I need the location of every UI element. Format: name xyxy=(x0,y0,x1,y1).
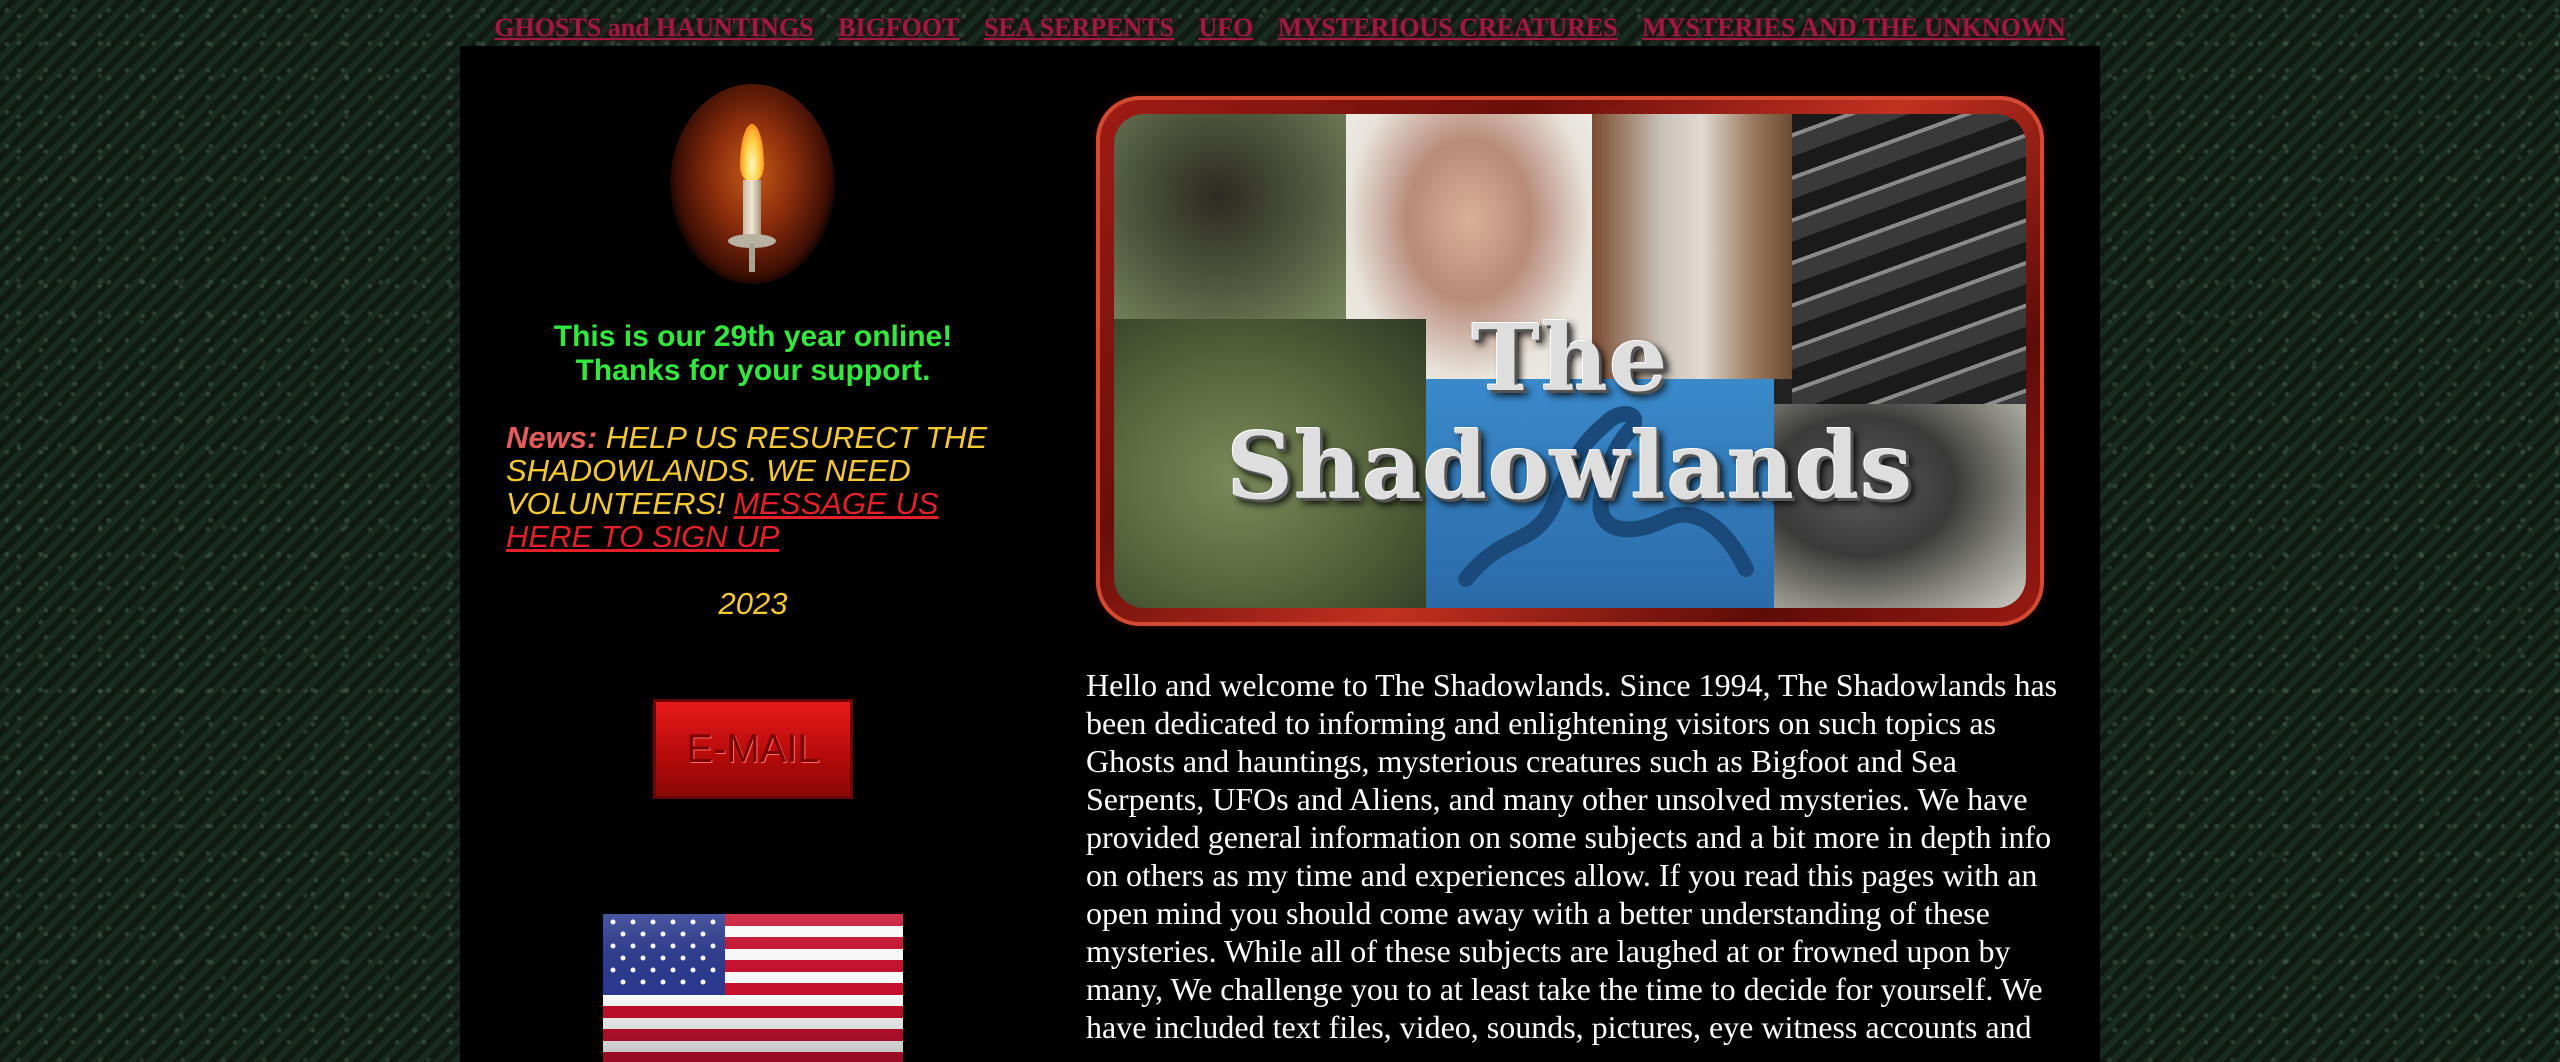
email-button[interactable]: E-MAIL xyxy=(653,699,853,799)
nav-link-ufo[interactable]: UFO xyxy=(1199,13,1254,42)
news-block: News: HELP US RESURECT THE SHADOWLANDS. … xyxy=(506,421,1026,553)
online-years-text: This is our 29th year online! xyxy=(553,320,953,353)
year-text: 2023 xyxy=(718,586,788,621)
bigfoot-photo xyxy=(1114,114,1346,319)
support-thanks-text: Thanks for your support. xyxy=(575,354,931,387)
nav-link-ghosts[interactable]: GHOSTS and HAUNTINGS xyxy=(494,13,813,42)
nav-link-mysterious-creatures[interactable]: MYSTERIOUS CREATURES xyxy=(1278,13,1618,42)
banner-title: The Shadowlands xyxy=(1226,304,1914,520)
left-column: This is our 29th year online! Thanks for… xyxy=(460,46,1046,1062)
top-navigation: GHOSTS and HAUNTINGS BIGFOOT SEA SERPENT… xyxy=(0,0,2560,46)
flame-shape xyxy=(740,124,764,182)
right-column: The Shadowlands Hello and welcome to The… xyxy=(1066,46,2100,1062)
nav-link-mysteries[interactable]: MYSTERIES AND THE UNKNOWN xyxy=(1642,13,2066,42)
candle-stick xyxy=(743,180,761,238)
nav-link-sea-serpents[interactable]: SEA SERPENTS xyxy=(984,13,1174,42)
us-flag xyxy=(603,914,903,1062)
nav-link-bigfoot[interactable]: BIGFOOT xyxy=(838,13,959,42)
news-label: News: xyxy=(506,420,598,455)
us-flag-graphic xyxy=(603,914,903,1062)
candle-icon xyxy=(670,84,835,284)
candle-stand xyxy=(749,244,755,272)
welcome-text: Hello and welcome to The Shadowlands. Si… xyxy=(1086,667,2058,1045)
banner-collage: The Shadowlands xyxy=(1114,114,2026,608)
content-panel: This is our 29th year online! Thanks for… xyxy=(460,46,2100,1062)
shadowlands-banner: The Shadowlands xyxy=(1096,96,2044,626)
